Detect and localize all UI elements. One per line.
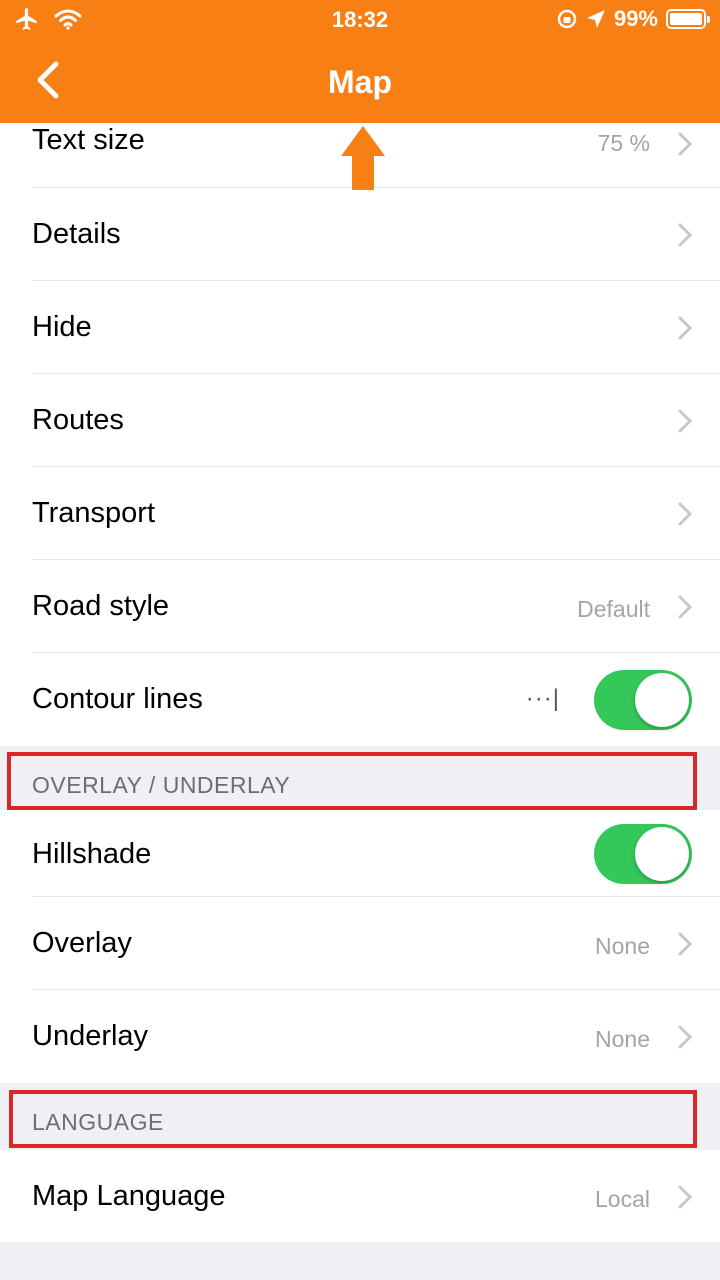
overlay-group: Hillshade Overlay None Underlay None	[0, 810, 720, 1083]
orientation-lock-icon	[557, 9, 577, 29]
row-contour-lines: Contour lines ···|	[0, 653, 720, 746]
row-map-language[interactable]: Map Language Local	[0, 1150, 720, 1242]
row-label: Contour lines	[32, 683, 203, 715]
language-group: Map Language Local	[0, 1150, 720, 1242]
row-label: Text size	[32, 124, 145, 156]
row-label: Hide	[32, 311, 92, 343]
chevron-right-icon	[678, 1025, 692, 1049]
chevron-right-icon	[678, 502, 692, 526]
row-details[interactable]: Details	[0, 188, 720, 280]
map-settings-group: Text size 75 % Details Hide Routes Trans…	[0, 100, 720, 746]
location-icon	[586, 10, 605, 28]
annotation-arrow-icon	[341, 126, 385, 190]
annotation-highlight-box	[7, 752, 697, 810]
row-label: Transport	[32, 497, 156, 529]
row-routes[interactable]: Routes	[0, 374, 720, 466]
chevron-right-icon	[678, 595, 692, 619]
row-road-style[interactable]: Road style Default	[0, 560, 720, 652]
row-hide[interactable]: Hide	[0, 281, 720, 373]
page-title: Map	[328, 64, 392, 100]
toggle-knob	[635, 673, 689, 727]
row-label: Underlay	[32, 1020, 149, 1052]
annotation-highlight-box	[9, 1090, 697, 1148]
row-hillshade: Hillshade	[0, 810, 720, 896]
row-underlay[interactable]: Underlay None	[0, 990, 720, 1083]
navigation-bar: Map	[0, 40, 720, 123]
chevron-right-icon	[678, 409, 692, 433]
contour-lines-toggle[interactable]	[594, 670, 692, 730]
row-value: Default	[577, 596, 650, 622]
chevron-right-icon	[678, 932, 692, 956]
row-value: None	[595, 1026, 650, 1052]
battery-percent: 99%	[613, 6, 658, 31]
row-label: Map Language	[32, 1180, 226, 1212]
more-indicator[interactable]: ···|	[526, 685, 560, 713]
hillshade-toggle[interactable]	[594, 824, 692, 884]
chevron-right-icon	[678, 316, 692, 340]
row-value: Local	[595, 1186, 650, 1212]
chevron-right-icon	[678, 223, 692, 247]
row-value: None	[595, 933, 650, 959]
row-label: Overlay	[32, 927, 132, 959]
chevron-right-icon	[678, 1185, 692, 1209]
row-label: Road style	[32, 590, 170, 622]
status-bar: 18:32 99%	[0, 0, 720, 40]
toggle-knob	[635, 827, 689, 881]
row-label: Routes	[32, 404, 124, 436]
chevron-right-icon	[678, 132, 692, 156]
row-value: 75 %	[597, 130, 650, 156]
row-transport[interactable]: Transport	[0, 467, 720, 559]
battery-icon	[666, 9, 710, 29]
row-label: Details	[32, 218, 121, 250]
row-overlay[interactable]: Overlay None	[0, 897, 720, 989]
row-label: Hillshade	[32, 838, 152, 870]
